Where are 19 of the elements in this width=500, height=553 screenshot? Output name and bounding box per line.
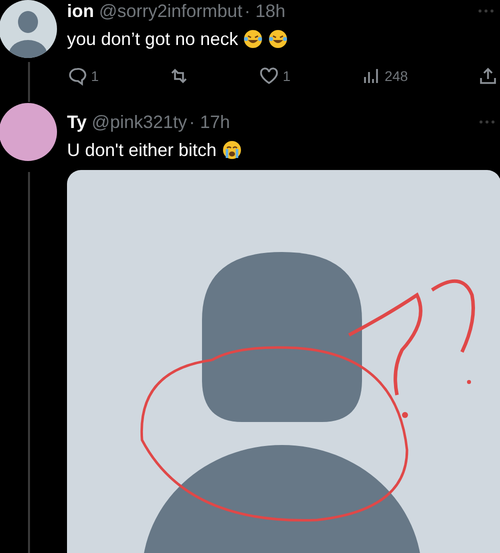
user-name[interactable]: Ty	[67, 111, 87, 133]
crying-emoji-icon	[222, 140, 242, 160]
user-name[interactable]: ion	[67, 0, 94, 22]
timestamp[interactable]: · 17h	[189, 111, 230, 133]
laughing-emoji-icon	[243, 29, 264, 49]
share-icon	[478, 66, 498, 86]
repost-icon	[168, 66, 189, 86]
tweet-text: you don’t got no neck	[67, 28, 238, 51]
reply-icon	[67, 66, 87, 86]
laughing-emoji-icon	[268, 29, 288, 49]
views-button[interactable]: 248	[360, 65, 408, 87]
like-button[interactable]: 1	[258, 65, 291, 87]
tweet-text: U don't either bitch	[67, 139, 217, 162]
reply-button[interactable]: 1	[67, 65, 99, 87]
timestamp[interactable]: · 18h	[244, 0, 286, 22]
user-handle[interactable]: @sorry2informbut	[99, 0, 242, 22]
like-icon	[258, 66, 279, 86]
user-handle[interactable]: @pink321ty	[92, 111, 187, 133]
share-button[interactable]	[478, 65, 498, 87]
